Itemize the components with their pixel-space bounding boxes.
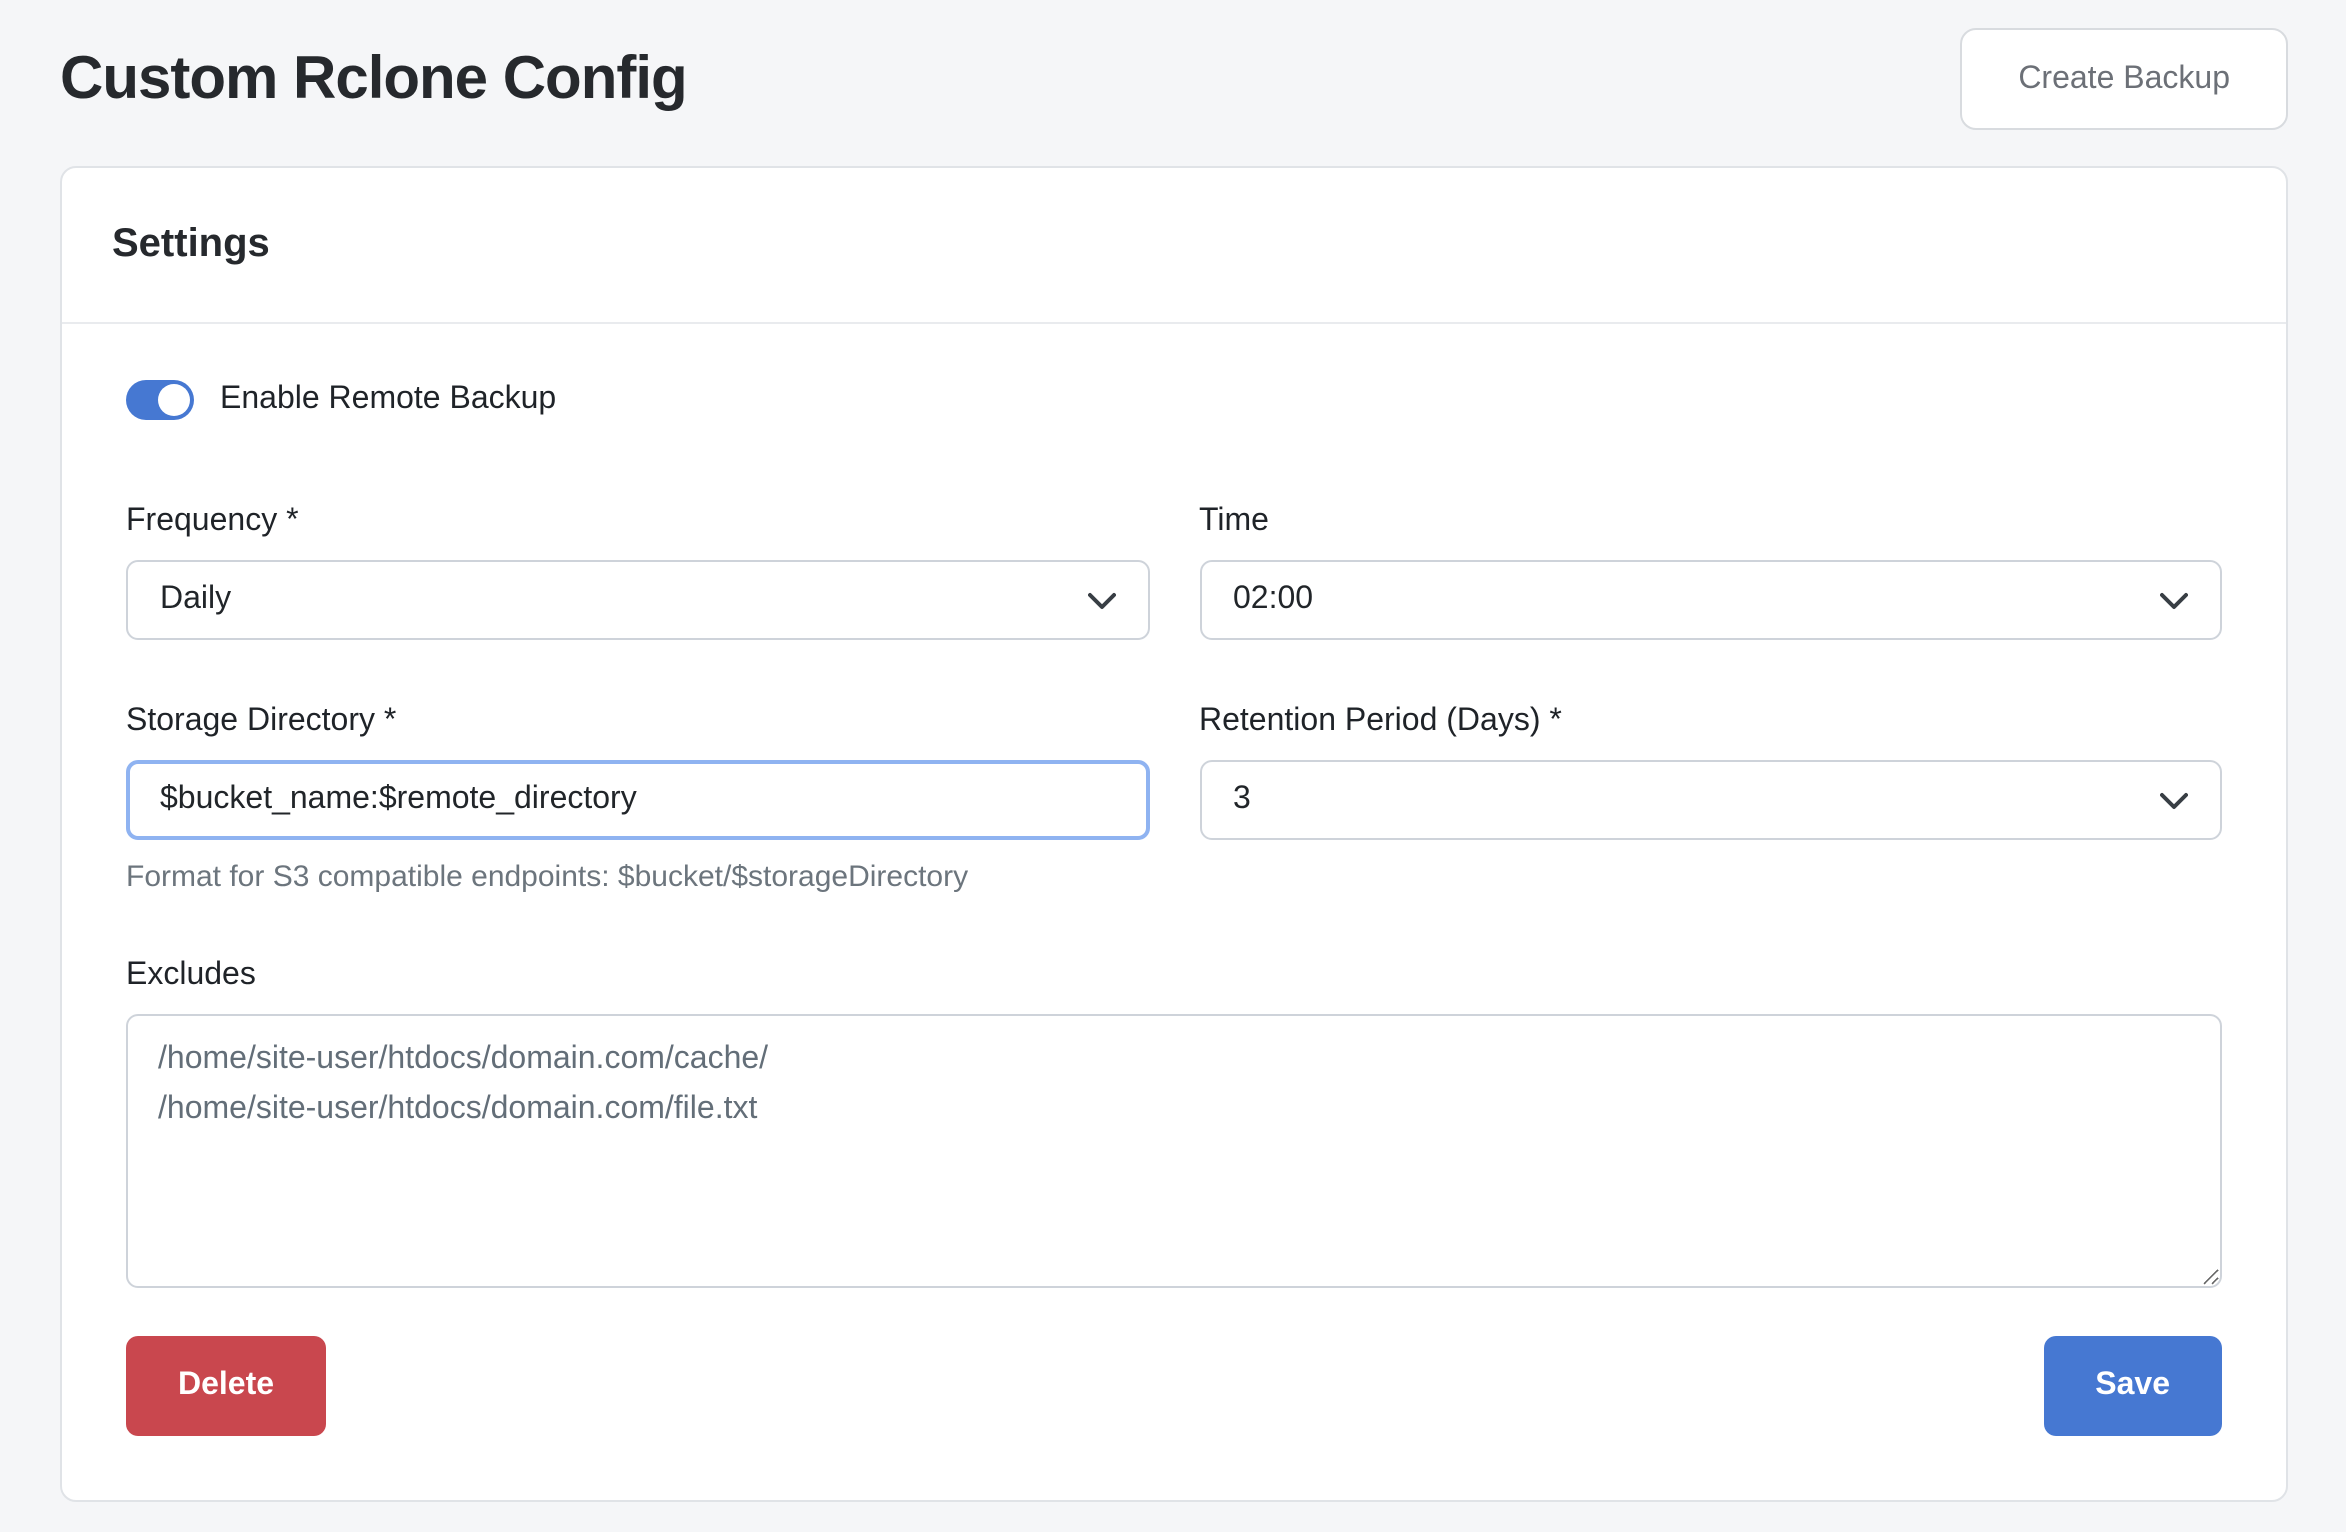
create-backup-button[interactable]: Create Backup	[1960, 28, 2288, 130]
frequency-field: Frequency * Daily	[126, 504, 1149, 640]
frequency-label: Frequency *	[126, 504, 1149, 540]
storage-directory-input[interactable]	[126, 760, 1149, 840]
excludes-label: Excludes	[126, 958, 2222, 994]
time-field: Time 02:00	[1199, 504, 2222, 640]
time-label: Time	[1199, 504, 2222, 540]
frequency-selected-value: Daily	[160, 582, 231, 618]
enable-remote-backup-toggle[interactable]	[126, 380, 194, 420]
settings-card-title: Settings	[112, 222, 270, 268]
rclone-config-page: Custom Rclone Config Create Backup Setti…	[0, 0, 2346, 1532]
storage-directory-field: Storage Directory * Format for S3 compat…	[126, 704, 1149, 894]
enable-remote-backup-row: Enable Remote Backup	[126, 380, 2222, 420]
toggle-knob-icon	[158, 384, 190, 416]
time-select[interactable]: 02:00	[1199, 560, 2222, 640]
page-title: Custom Rclone Config	[60, 45, 687, 113]
time-selected-value: 02:00	[1233, 582, 1313, 618]
storage-directory-label: Storage Directory *	[126, 704, 1149, 740]
retention-period-select[interactable]: 3	[1199, 760, 2222, 840]
excludes-textarea[interactable]: /home/site-user/htdocs/domain.com/cache/…	[126, 1014, 2222, 1288]
settings-card-body: Enable Remote Backup Frequency * Daily T…	[62, 324, 2286, 1500]
topbar: Custom Rclone Config Create Backup	[0, 0, 2346, 166]
settings-card-header: Settings	[62, 168, 2286, 324]
excludes-field: Excludes /home/site-user/htdocs/domain.c…	[126, 958, 2222, 1288]
chevron-down-icon	[1087, 591, 1115, 609]
retention-selected-value: 3	[1233, 782, 1251, 818]
settings-card: Settings Enable Remote Backup Frequency …	[60, 166, 2288, 1502]
enable-remote-backup-label: Enable Remote Backup	[220, 382, 556, 418]
frequency-time-row: Frequency * Daily Time 02:00	[126, 504, 2222, 640]
chevron-down-icon	[2160, 591, 2188, 609]
save-button[interactable]: Save	[2043, 1336, 2222, 1436]
storage-retention-row: Storage Directory * Format for S3 compat…	[126, 704, 2222, 894]
retention-period-label: Retention Period (Days) *	[1199, 704, 2222, 740]
actions-row: Delete Save	[126, 1336, 2222, 1436]
frequency-select[interactable]: Daily	[126, 560, 1149, 640]
retention-period-field: Retention Period (Days) * 3	[1199, 704, 2222, 894]
storage-directory-help: Format for S3 compatible endpoints: $buc…	[126, 860, 1149, 894]
delete-button[interactable]: Delete	[126, 1336, 326, 1436]
chevron-down-icon	[2160, 791, 2188, 809]
